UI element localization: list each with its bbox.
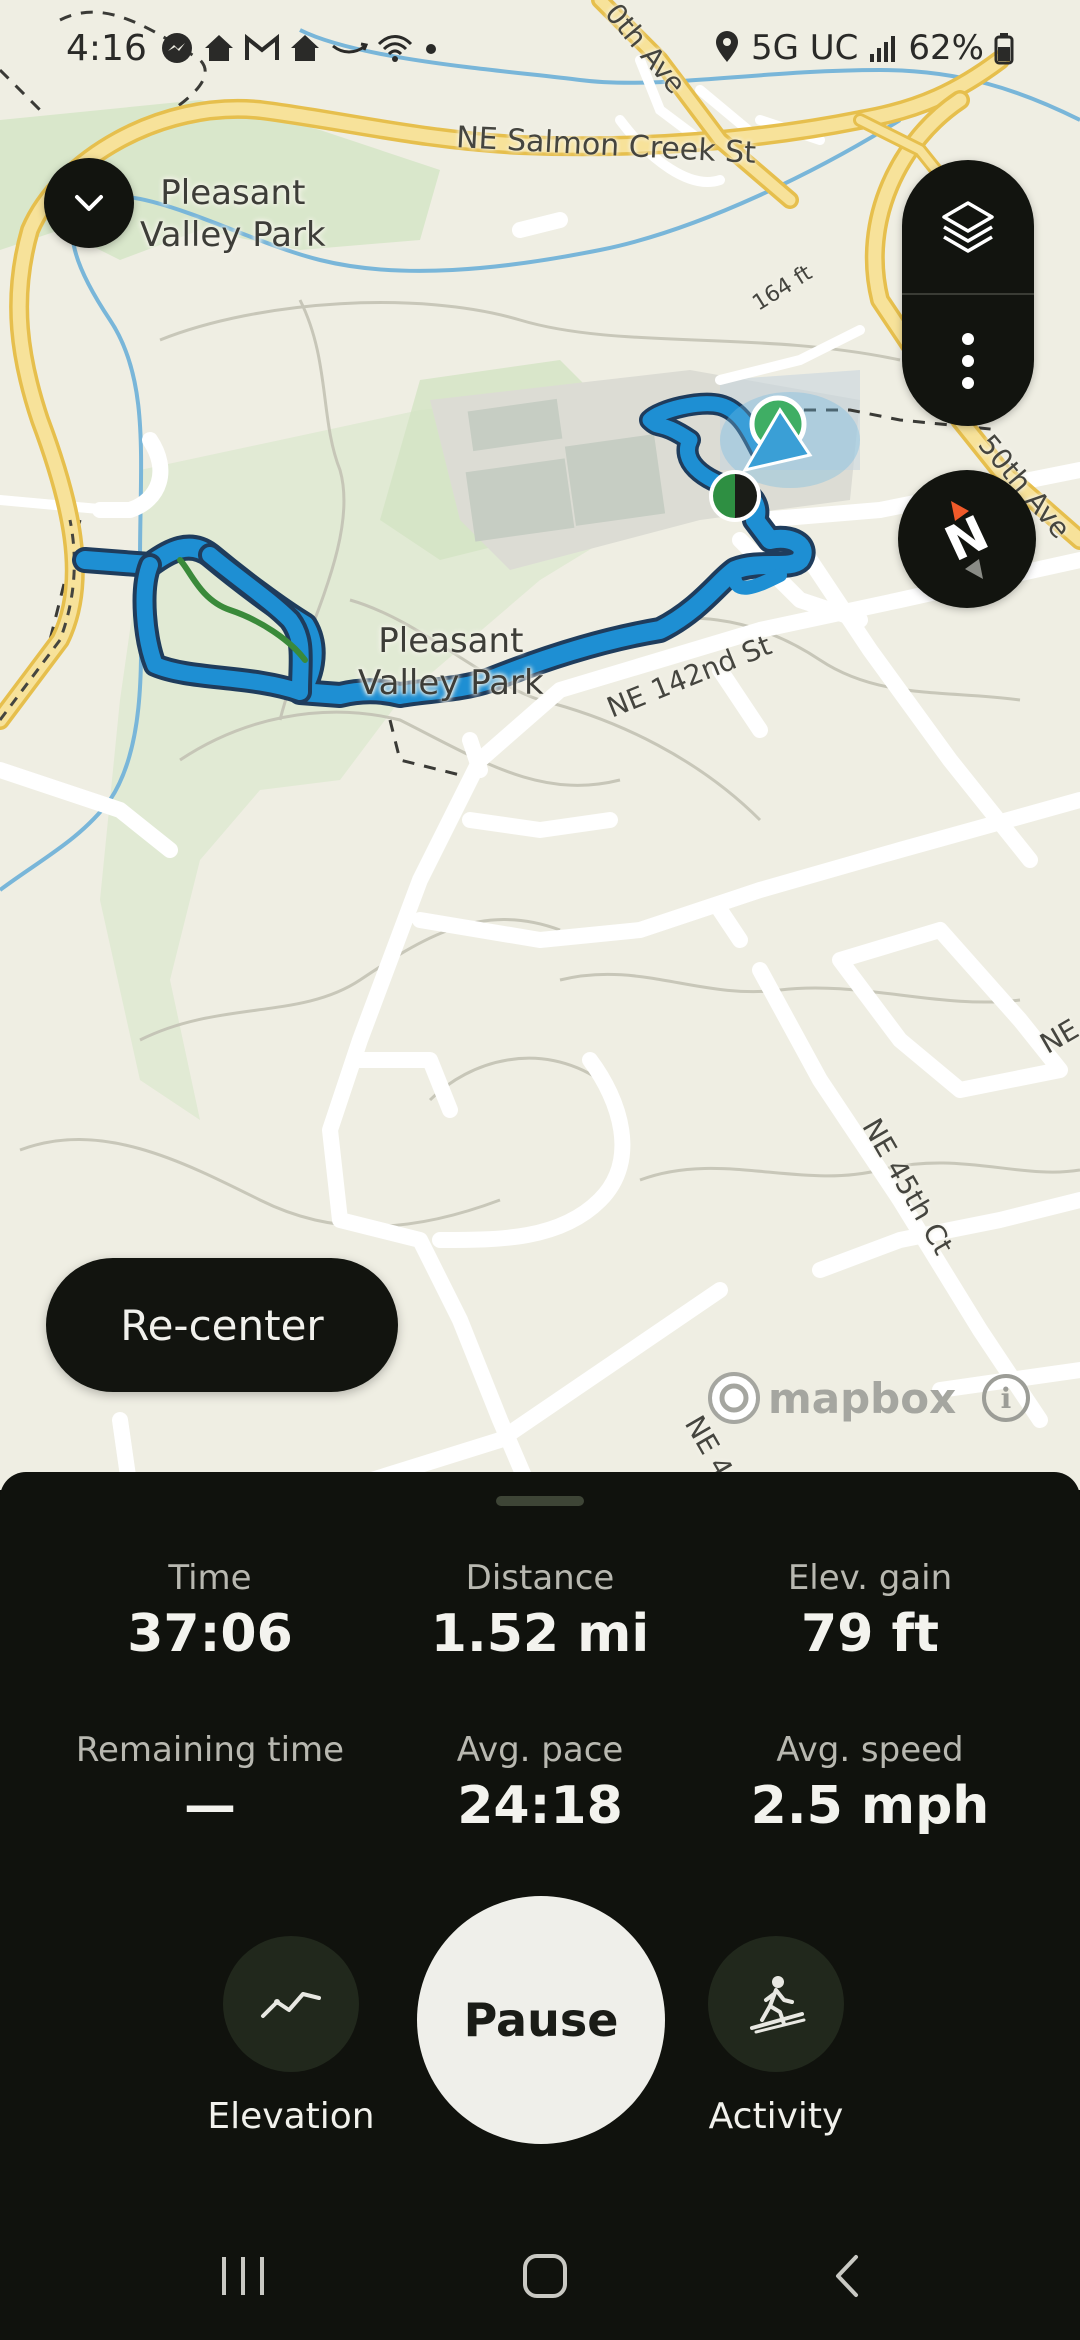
system-nav-bar	[0, 2200, 1080, 2340]
home-button[interactable]	[495, 2244, 595, 2308]
map-options-panel	[902, 160, 1034, 426]
status-bar: 4:16 5G UC 62%	[0, 0, 1080, 96]
amazon-icon	[331, 42, 368, 54]
stat-label: Avg. pace	[456, 1730, 624, 1770]
status-right: 5G UC 62%	[713, 28, 1014, 68]
compass-icon: N	[937, 501, 997, 579]
compass-button[interactable]: N	[898, 470, 1036, 608]
stat-value: 79 ft	[801, 1604, 939, 1664]
home-icon	[290, 35, 319, 61]
map-layers-button[interactable]	[902, 160, 1034, 293]
stat-value: 2.5 mph	[750, 1776, 990, 1836]
sheet-drag-handle[interactable]	[496, 1496, 584, 1506]
compass-letter: N	[937, 505, 997, 573]
elevation-chart-icon	[261, 1992, 321, 2018]
battery-percent: 62%	[908, 28, 984, 68]
stat-avg-speed: Avg. speed 2.5 mph	[705, 1730, 1035, 1836]
home-icon	[204, 35, 233, 61]
elevation-label: Elevation	[207, 2096, 375, 2137]
pause-button[interactable]: Pause	[417, 1896, 665, 2144]
status-time: 4:16	[66, 27, 147, 69]
chevron-down-icon	[75, 195, 103, 211]
recenter-button[interactable]: Re-center	[46, 1258, 398, 1392]
park-label: Pleasant Valley Park	[358, 621, 544, 703]
map-info-button[interactable]: i	[982, 1374, 1030, 1422]
hiking-icon	[750, 1976, 806, 2034]
signal-icon	[870, 36, 896, 62]
stat-value: —	[184, 1776, 236, 1836]
stat-label: Time	[168, 1558, 252, 1598]
more-vertical-icon	[962, 332, 974, 389]
back-button[interactable]	[798, 2244, 898, 2308]
dot-icon	[425, 44, 436, 54]
location-icon	[716, 31, 738, 62]
battery-icon	[994, 33, 1014, 65]
mapbox-logo-icon	[708, 1372, 760, 1424]
mapbox-logo[interactable]: mapbox	[706, 1370, 956, 1426]
notification-icons	[159, 30, 441, 66]
stat-value: 24:18	[457, 1776, 623, 1836]
recent-apps-icon	[222, 2257, 264, 2295]
more-options-button[interactable]	[902, 295, 1034, 426]
stat-value: 37:06	[127, 1604, 293, 1664]
mapbox-wordmark: mapbox	[768, 1373, 957, 1423]
gmail-icon	[244, 33, 279, 60]
stat-distance: Distance 1.52 mi	[375, 1558, 705, 1664]
network-type: 5G UC	[751, 28, 859, 68]
stat-label: Elev. gain	[787, 1558, 953, 1598]
park-label: Pleasant Valley Park	[140, 173, 326, 255]
collapse-button[interactable]	[44, 158, 134, 248]
home-nav-icon	[523, 2254, 567, 2298]
stat-avg-pace: Avg. pace 24:18	[375, 1730, 705, 1836]
messenger-icon	[161, 33, 192, 63]
stat-value: 1.52 mi	[430, 1604, 650, 1664]
stat-elevation-gain: Elev. gain 79 ft	[705, 1558, 1035, 1664]
stat-label: Avg. speed	[776, 1730, 964, 1770]
stat-remaining-time: Remaining time —	[45, 1730, 375, 1836]
stat-label: Remaining time	[75, 1730, 345, 1770]
elevation-button[interactable]	[223, 1936, 359, 2072]
activity-label: Activity	[708, 2096, 844, 2137]
stat-time: Time 37:06	[45, 1558, 375, 1664]
wifi-icon	[377, 35, 412, 62]
back-icon	[836, 2255, 858, 2297]
recent-apps-button[interactable]	[193, 2244, 293, 2308]
activity-button[interactable]	[708, 1936, 844, 2072]
stat-label: Distance	[465, 1558, 615, 1598]
layers-icon	[942, 200, 994, 253]
